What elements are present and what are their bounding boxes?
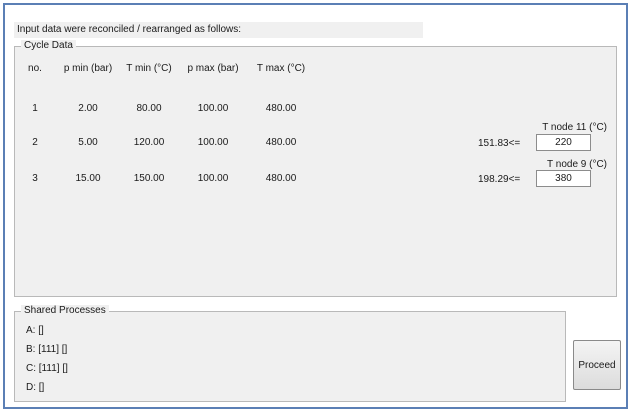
column-header-p-min: p min (bar) — [63, 63, 113, 74]
p-min-value: 2.00 — [78, 103, 98, 114]
t-min-value: 120.00 — [133, 137, 165, 148]
shared-processes-title: Shared Processes — [21, 305, 109, 317]
cycle-no: 2 — [32, 137, 38, 148]
proceed-button[interactable]: Proceed — [573, 340, 621, 390]
p-max-value: 100.00 — [197, 173, 229, 184]
cycle-no: 3 — [32, 173, 38, 184]
cycle-data-group: Cycle Data no. p min (bar) T min (°C) p … — [14, 40, 617, 297]
column-header-p-max: p max (bar) — [187, 63, 239, 74]
p-min-value: 15.00 — [75, 173, 101, 184]
t-min-value: 80.00 — [136, 103, 162, 114]
p-min-value: 5.00 — [78, 137, 98, 148]
p-max-value: 100.00 — [197, 103, 229, 114]
t-max-value: 480.00 — [265, 103, 297, 114]
cycle-data-title: Cycle Data — [21, 40, 76, 52]
t-max-value: 480.00 — [265, 173, 297, 184]
t-max-value: 480.00 — [265, 137, 297, 148]
p-max-value: 100.00 — [197, 137, 229, 148]
t-min-value: 150.00 — [133, 173, 165, 184]
shared-processes-group: Shared Processes A: [] B: [111] [] C: [1… — [14, 305, 566, 402]
shared-process-b: B: [111] [] — [26, 344, 68, 355]
shared-process-d: D: [] — [26, 382, 45, 393]
column-header-t-min: T min (°C) — [126, 63, 172, 74]
column-header-t-max: T max (°C) — [256, 63, 306, 74]
column-header-no: no. — [28, 63, 42, 74]
node-11-lower-bound: 151.83<= — [478, 138, 521, 149]
shared-process-c: C: [111] [] — [26, 363, 68, 374]
shared-process-a: A: [] — [26, 325, 44, 336]
node-9-lower-bound: 198.29<= — [478, 174, 521, 185]
cycle-no: 1 — [32, 103, 38, 114]
node-11-temperature-input[interactable] — [536, 134, 591, 151]
node-9-temperature-input[interactable] — [536, 170, 591, 187]
node-11-label: T node 11 (°C) — [542, 122, 607, 133]
reconcile-message: Input data were reconciled / rearranged … — [14, 22, 423, 38]
